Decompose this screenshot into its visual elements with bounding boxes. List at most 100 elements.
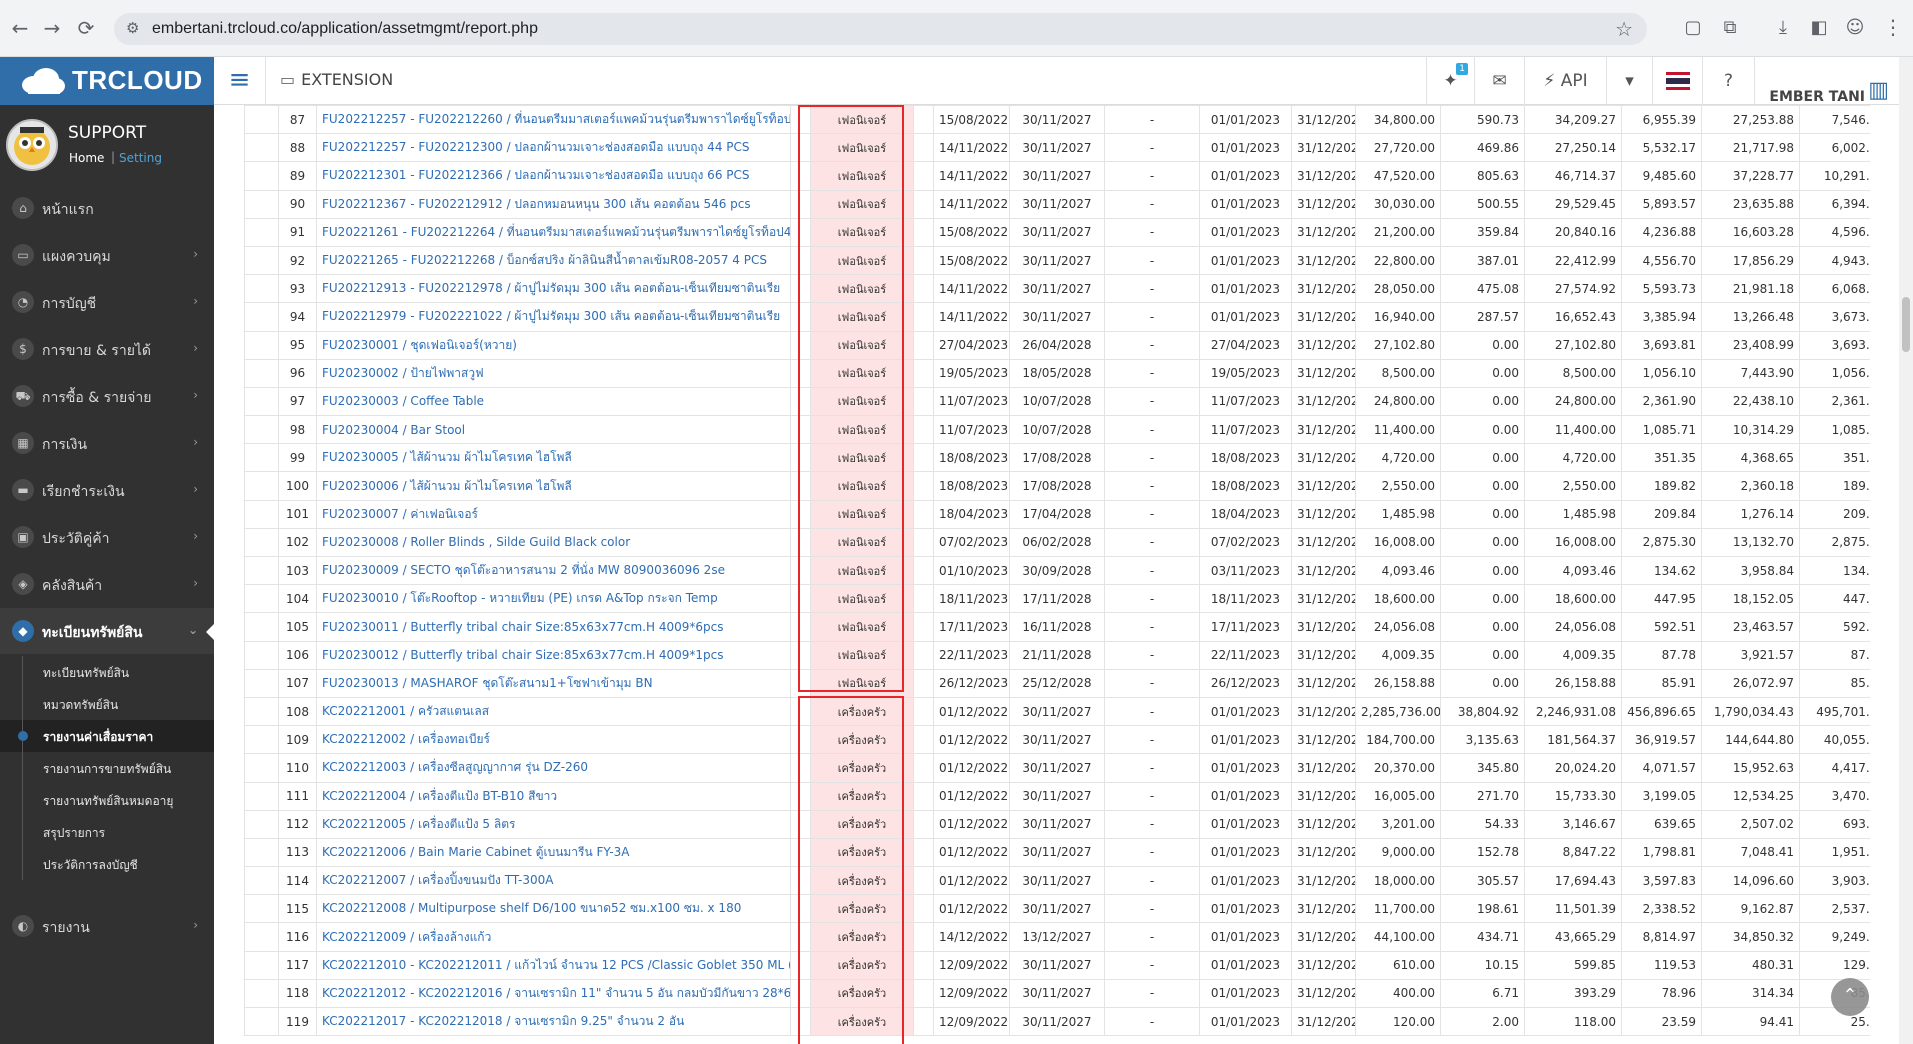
asset-name-link[interactable]: KC202212003 / เครื่องซีลสูญญากาศ รุ่น DZ… <box>316 753 791 783</box>
asset-name-link[interactable]: FU20230007 / ค่าเฟอนิเจอร์ <box>316 499 791 529</box>
download-icon[interactable]: ⤓ <box>1770 15 1796 41</box>
sidebar-item-9[interactable]: ◈ คลังสินค้า › <box>0 561 214 607</box>
spacer <box>790 274 811 304</box>
depreciation-period: 209.84 <box>1621 499 1702 529</box>
language-flag-icon[interactable] <box>1652 57 1702 105</box>
row-number: 114 <box>278 866 317 896</box>
sidebar-subitem-2[interactable]: หมวดทรัพย์สิน <box>0 688 214 720</box>
asset-name-link[interactable]: FU202212257 - FU202212300 / ปลอกผ้านวมเจ… <box>316 133 791 163</box>
user-menu[interactable]: EMBER TANI ▥ <box>1754 57 1913 105</box>
asset-name-link[interactable]: FU20230002 / ป้ายไฟพาสวูฟ <box>316 358 791 388</box>
avatar[interactable] <box>6 119 58 171</box>
url-text[interactable]: embertani.trcloud.co/application/assetmg… <box>152 20 538 38</box>
asset-name-link[interactable]: FU20230001 / ชุดเฟอนิเจอร์(หวาย) <box>316 330 791 360</box>
category-cell: เฟอนิเจอร์ <box>810 640 914 670</box>
cost-value: 28,050.00 <box>1355 274 1441 304</box>
reload-icon[interactable]: ⟳ <box>72 14 100 42</box>
extension-icon[interactable]: ▢ <box>1680 15 1706 41</box>
asset-name-link[interactable]: KC202212004 / เครื่องตีแป้ง BT-B10 สีขาว <box>316 781 791 811</box>
api-button[interactable]: ⚡ API <box>1524 57 1606 105</box>
browser-menu-icon[interactable]: ⋮ <box>1883 15 1903 39</box>
asset-name-link[interactable]: KC202212002 / เครื่องทอเบียร์ <box>316 725 791 755</box>
asset-name-link[interactable]: FU20230003 / Coffee Table <box>316 386 791 417</box>
asset-name-link[interactable]: FU20221261 - FU202212264 / ที่นอนตรีมมาส… <box>316 217 791 247</box>
sidebar-subitem-6[interactable]: สรุปรายการ <box>0 816 214 848</box>
chevron-down-icon: ⌄ <box>187 623 198 637</box>
sidebar-subitem-7[interactable]: ประวัติการลงบัญชี <box>0 848 214 880</box>
cost-value: 21,200.00 <box>1355 217 1441 247</box>
asset-name-link[interactable]: FU20230004 / Bar Stool <box>316 415 791 445</box>
profile-avatar-icon[interactable]: ☺ <box>1842 15 1868 41</box>
table-row: 94 FU202212979 - FU202221022 / ผ้าปูไม่รั… <box>244 302 1870 332</box>
forward-icon[interactable]: → <box>38 14 66 42</box>
dropdown-caret-icon[interactable]: ▾ <box>1606 57 1652 105</box>
site-settings-icon[interactable]: ⚙ <box>126 19 139 37</box>
sidebar-item-10[interactable]: ◆ ทะเบียนทรัพย์สิน ⌄ <box>0 608 214 654</box>
bookmark-star-icon[interactable]: ☆ <box>1615 17 1633 41</box>
spacer <box>790 612 811 642</box>
cost-value: 8,500.00 <box>1355 358 1441 388</box>
table-row: 97 FU20230003 / Coffee Table เฟอนิเจอร์ 11/… <box>244 386 1870 417</box>
puzzle-icon[interactable]: ⧉ <box>1717 15 1743 41</box>
asset-name-link[interactable]: KC202212006 / Bain Marie Cabinet ตู้เบนม… <box>316 837 791 868</box>
extension-button[interactable]: ▭ EXTENSION <box>280 70 393 89</box>
depreciation-period: 4,556.70 <box>1621 245 1702 276</box>
asset-name-link[interactable]: KC202212007 / เครื่องปิ้งขนมปัง TT-300A <box>316 866 791 896</box>
asset-name-link[interactable]: FU20230006 / ไส้ผ้านวม ผ้าไมโครเทค ไฮโพล… <box>316 471 791 501</box>
mail-icon[interactable]: ✉ <box>1474 57 1524 105</box>
sidebar-item-6[interactable]: ▦ การเงิน › <box>0 420 214 466</box>
asset-name-link[interactable]: KC202212001 / ครัวสแตนเลส <box>316 696 791 727</box>
table-row: 104 FU20230010 / โต๊ะRooftop - หวายเทียม … <box>244 584 1870 614</box>
asset-name-link[interactable]: FU202212301 - FU202212366 / ปลอกผ้านวมเจ… <box>316 161 791 191</box>
asset-name-link[interactable]: FU202212367 - FU202212912 / ปลอกหมอนหนุน… <box>316 189 791 219</box>
asset-name-link[interactable]: FU20230013 / MASHAROF ชุดโต๊ะสนาม1+โซฟาเ… <box>316 668 791 698</box>
period-start: 01/01/2023 <box>1199 753 1292 783</box>
asset-name-link[interactable]: FU20230010 / โต๊ะRooftop - หวายเทียม (PE… <box>316 584 791 614</box>
sidebar-item-1[interactable]: ⌂ หน้าแรก <box>0 185 214 231</box>
asset-name-link[interactable]: FU20230005 / ไส้ผ้านวม ผ้าไมโครเทค ไฮโพล… <box>316 443 791 473</box>
expire-date: 30/11/2027 <box>1009 105 1105 135</box>
scroll-to-top-button[interactable]: ⌃ <box>1831 978 1869 1016</box>
spacer <box>790 245 811 276</box>
back-icon[interactable]: ← <box>6 14 34 42</box>
sidebar-item-2[interactable]: ▭ แผงควบคุม › <box>0 232 214 278</box>
expire-date: 10/07/2028 <box>1009 386 1105 417</box>
sidebar-item-8[interactable]: ▣ ประวัติคู่ค้า › <box>0 514 214 560</box>
hamburger-menu-icon[interactable]: ≡ <box>214 57 266 105</box>
asset-name-link[interactable]: FU20230011 / Butterfly tribal chair Size… <box>316 612 791 642</box>
sidebar-subitem-4[interactable]: รายงานการขายทรัพย์สิน <box>0 752 214 784</box>
asset-name-link[interactable]: KC202212009 / เครื่องล้างแก้ว <box>316 922 791 952</box>
asset-name-link[interactable]: FU20230012 / Butterfly tribal chair Size… <box>316 640 791 670</box>
asset-name-link[interactable]: FU202212913 - FU202212978 / ผ้าปูไม่รัดม… <box>316 274 791 304</box>
asset-name-link[interactable]: FU20221265 - FU202212268 / บ็อกซ์สปริง ผ… <box>316 245 791 276</box>
asset-name-link[interactable]: KC202212005 / เครื่องตีแป้ง 5 ลิตร <box>316 809 791 839</box>
depreciation-period: 78.96 <box>1621 978 1702 1009</box>
home-link[interactable]: Home <box>69 151 104 165</box>
sidebar-item-11[interactable]: ◐ รายงาน › <box>0 903 214 949</box>
page-scrollbar[interactable] <box>1899 57 1913 1044</box>
help-icon[interactable]: ? <box>1702 57 1754 105</box>
scrollbar-thumb[interactable] <box>1902 297 1910 352</box>
sidebar-item-5[interactable]: ⛟ การซื้อ & รายจ่าย › <box>0 373 214 419</box>
sidebar-item-4[interactable]: $ การขาย & รายได้ › <box>0 326 214 372</box>
sidepanel-icon[interactable]: ◧ <box>1806 15 1832 41</box>
sidebar-item-3[interactable]: ◔ การบัญชี › <box>0 279 214 325</box>
asset-name-link[interactable]: FU20230009 / SECTO ชุดโต๊ะอาหารสนาม 2 ที… <box>316 555 791 586</box>
sidebar-item-7[interactable]: ▬ เรียกชำระเงิน › <box>0 467 214 513</box>
table-row: 95 FU20230001 / ชุดเฟอนิเจอร์(หวาย) เฟอนิเ… <box>244 330 1870 360</box>
app-logo[interactable]: TRCLOUD <box>0 57 214 105</box>
address-bar[interactable]: ⚙ embertani.trcloud.co/application/asset… <box>114 13 1647 45</box>
asset-name-link[interactable]: KC202212008 / Multipurpose shelf D6/100 … <box>316 894 791 924</box>
notification-button[interactable]: ✦ 1 <box>1426 57 1474 105</box>
asset-name-link[interactable]: FU20230008 / Roller Blinds , Silde Guild… <box>316 527 791 558</box>
sidebar-subitem-1[interactable]: ทะเบียนทรัพย์สิน <box>0 656 214 688</box>
row-check <box>244 386 279 417</box>
asset-name-link[interactable]: KC202212010 - KC202212011 / แก้วไวน์ จำน… <box>316 950 791 980</box>
asset-name-link[interactable]: KC202212017 - KC202212018 / จานเซรามิก 9… <box>316 1006 791 1037</box>
asset-name-link[interactable]: FU202212257 - FU202212260 / ที่นอนตรีมมา… <box>316 105 791 135</box>
sidebar-subitem-5[interactable]: รายงานทรัพย์สินหมดอายุ <box>0 784 214 816</box>
asset-name-link[interactable]: KC202212012 - KC202212016 / จานเซรามิก 1… <box>316 978 791 1009</box>
sidebar-subitem-3[interactable]: รายงานค่าเสื่อมราคา <box>0 720 214 752</box>
setting-link[interactable]: Setting <box>119 151 162 165</box>
asset-name-link[interactable]: FU202212979 - FU202221022 / ผ้าปูไม่รัดม… <box>316 302 791 332</box>
